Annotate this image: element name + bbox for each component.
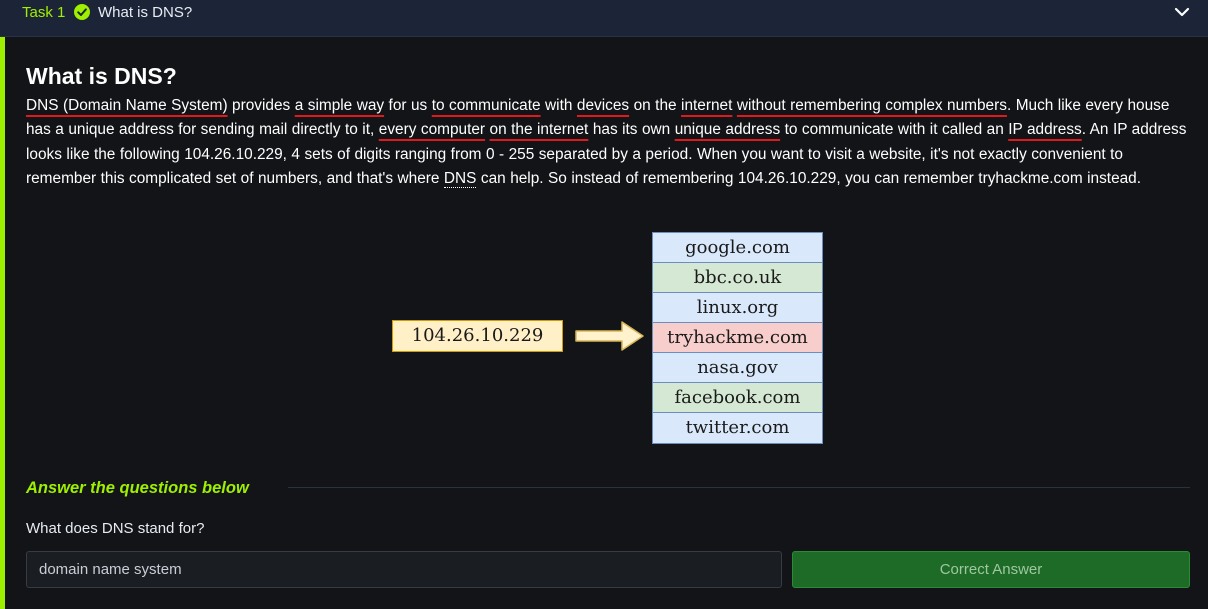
body-text: with xyxy=(540,97,577,114)
answer-input[interactable] xyxy=(26,551,782,588)
check-circle-icon xyxy=(74,4,90,20)
correct-answer-button[interactable]: Correct Answer xyxy=(792,551,1190,588)
highlight-text: every computer xyxy=(378,121,486,139)
domain-row: linux.org xyxy=(653,293,822,323)
domain-row-highlighted: tryhackme.com xyxy=(653,323,822,353)
highlight-text: on the internet xyxy=(489,121,589,139)
highlight-text: DNS (Domain Name System) xyxy=(26,97,228,114)
task-title: What is DNS? xyxy=(98,4,193,21)
arrow-right-icon xyxy=(575,321,644,351)
body-text: instead. xyxy=(1082,169,1142,187)
highlight-text: unique address xyxy=(674,121,781,139)
highlight-text: internet xyxy=(681,97,733,114)
body-text: for us xyxy=(384,97,432,114)
domain-example-text: tryhackme.com xyxy=(978,169,1083,187)
body-text: , you can remember xyxy=(836,169,979,187)
answer-section-heading: Answer the questions below xyxy=(26,479,249,497)
domain-row: google.com xyxy=(653,233,822,263)
body-text: can help. So instead of remembering xyxy=(476,169,738,187)
intro-paragraph: DNS (Domain Name System) provides a simp… xyxy=(26,94,1191,191)
question-text: What does DNS stand for? xyxy=(26,520,205,537)
domain-row: facebook.com xyxy=(653,383,822,413)
domain-row: nasa.gov xyxy=(653,353,822,383)
ip-example-text: 104.26.10.229 xyxy=(737,169,837,187)
ip-address-box: 104.26.10.229 xyxy=(392,320,563,352)
body-text: on the xyxy=(629,97,682,114)
highlight-text: IP address xyxy=(1008,121,1082,139)
body-text: provides xyxy=(227,97,295,114)
highlight-text: devices xyxy=(576,97,630,114)
body-text: has its own xyxy=(588,121,675,139)
highlight-text: without remembering complex numbers xyxy=(736,97,1007,114)
domain-row: bbc.co.uk xyxy=(653,263,822,293)
dns-abbreviation: DNS xyxy=(443,169,477,188)
section-heading: What is DNS? xyxy=(26,63,177,89)
chevron-down-icon[interactable] xyxy=(1174,5,1190,19)
task-header[interactable]: Task 1 What is DNS? xyxy=(0,0,1208,37)
task-label: Task 1 xyxy=(22,4,66,21)
domain-list: google.com bbc.co.uk linux.org tryhackme… xyxy=(652,232,823,444)
highlight-text: a simple way xyxy=(294,97,385,114)
body-text: to communicate with it called an xyxy=(780,121,1009,139)
domain-row: twitter.com xyxy=(653,413,822,443)
highlight-text: to communicate xyxy=(431,97,541,114)
ip-example-text: 104.26.10.229 xyxy=(184,145,283,163)
section-divider xyxy=(288,487,1190,488)
